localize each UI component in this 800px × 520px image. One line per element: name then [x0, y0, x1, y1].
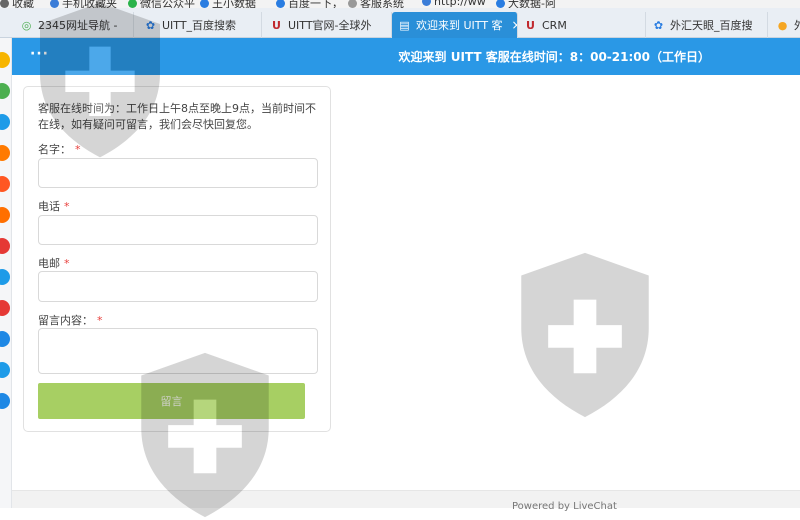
tab-label: UITT官网-全球外	[288, 19, 372, 32]
bookmarks-bar: 收藏 手机收藏夹 微信公众平 王小数据 百度一下， 客服系统 http://ww 大数据-阿	[0, 0, 800, 8]
sogou-icon: ●	[777, 18, 788, 32]
bookmark-label: 王小数据	[212, 0, 256, 8]
sidebar-app-icon[interactable]	[0, 52, 10, 68]
bookmark-item[interactable]: 大数据-阿	[496, 0, 556, 8]
globe-icon: ◎	[21, 18, 32, 32]
message-textarea[interactable]	[38, 328, 318, 374]
powered-by-text: Powered by LiveChat	[512, 501, 617, 512]
baidu-paw-icon: ✿	[653, 18, 664, 32]
offline-notice: 客服在线时间为：工作日上午8点至晚上9点，当前时间不在线，如有疑问可留言，我们会…	[38, 102, 316, 131]
bookmark-icon	[422, 0, 431, 6]
sidebar-app-icon[interactable]	[0, 331, 10, 347]
required-mark: *	[75, 143, 81, 156]
bookmark-item[interactable]: 手机收藏夹	[50, 0, 117, 8]
browser-tab[interactable]: ✿ UITT_百度搜索	[138, 12, 262, 38]
bookmark-icon	[0, 0, 9, 8]
tab-label: 外	[794, 17, 800, 33]
browser-tab[interactable]: ◎ 2345网址导航 -	[14, 12, 134, 38]
bookmark-label: 大数据-阿	[508, 0, 556, 8]
required-mark: *	[64, 200, 70, 213]
sidebar-app-icon[interactable]	[0, 176, 10, 192]
bookmark-label: 微信公众平	[140, 0, 195, 8]
bookmark-item[interactable]: 王小数据	[200, 0, 256, 8]
tab-label: CRM	[542, 18, 567, 32]
bookmark-icon	[348, 0, 357, 8]
bookmark-icon	[200, 0, 209, 8]
phone-input[interactable]	[38, 215, 318, 245]
tab-label: 2345网址导航 -	[38, 19, 118, 32]
chat-header: ··· 欢迎来到 UITT 客服在线时间：8：00-21:00（工作日）	[12, 38, 800, 75]
bookmark-item[interactable]: http://ww	[422, 0, 486, 8]
sidebar-app-icon[interactable]	[0, 300, 10, 316]
bookmark-icon	[128, 0, 137, 8]
bookmark-icon	[50, 0, 59, 8]
browser-sidebar	[0, 38, 12, 508]
bookmark-label: http://ww	[434, 0, 486, 8]
baidu-paw-icon: ✿	[145, 18, 156, 32]
name-label: 名字： *	[38, 143, 81, 156]
required-mark: *	[64, 257, 70, 270]
bookmark-item[interactable]: 百度一下，	[276, 0, 343, 8]
sidebar-app-icon[interactable]	[0, 83, 10, 99]
leave-message-form: 客服在线时间为：工作日上午8点至晚上9点，当前时间不在线，如有疑问可留言，我们会…	[23, 86, 331, 432]
sidebar-app-icon[interactable]	[0, 145, 10, 161]
bookmark-icon	[496, 0, 505, 8]
sidebar-app-icon[interactable]	[0, 238, 10, 254]
tab-strip: ◎ 2345网址导航 - ✿ UITT_百度搜索 U UITT官网-全球外 ▤ 欢迎来到 UI…	[0, 8, 800, 38]
menu-dots-icon[interactable]: ···	[30, 46, 49, 62]
email-label: 电邮 *	[38, 257, 70, 270]
uitt-logo-icon: U	[526, 18, 535, 32]
document-icon: ▤	[399, 18, 410, 32]
sidebar-app-icon[interactable]	[0, 393, 10, 409]
chat-header-title: 欢迎来到 UITT 客服在线时间：8：00-21:00（工作日）	[398, 50, 710, 64]
web-page: ··· 欢迎来到 UITT 客服在线时间：8：00-21:00（工作日） 客服在…	[12, 38, 800, 512]
browser-tab[interactable]: U CRM	[518, 12, 646, 38]
tab-label: UITT_百度搜索	[162, 19, 237, 32]
uitt-logo-icon: U	[272, 18, 281, 32]
sidebar-app-icon[interactable]	[0, 114, 10, 130]
browser-tab[interactable]: U UITT官网-全球外	[264, 12, 392, 38]
footer: Powered by LiveChat	[12, 490, 800, 512]
sidebar-app-icon[interactable]	[0, 362, 10, 378]
tab-label: 欢迎来到 UITT 客	[416, 19, 503, 32]
sidebar-app-icon[interactable]	[0, 207, 10, 223]
bookmark-label: 收藏	[12, 0, 34, 8]
email-input[interactable]	[38, 271, 318, 302]
browser-tab[interactable]: ▤欢迎来到 UITT 客×	[392, 12, 518, 38]
browser-tab[interactable]: ●外	[770, 12, 800, 38]
submit-message-button[interactable]: 留言	[38, 383, 305, 419]
bookmark-label: 百度一下，	[288, 0, 343, 8]
sidebar-app-icon[interactable]	[0, 269, 10, 285]
browser-tab[interactable]: ✿ 外汇天眼_百度搜	[646, 12, 768, 38]
message-label: 留言内容： *	[38, 314, 103, 327]
name-input[interactable]	[38, 158, 318, 188]
tab-label: 外汇天眼_百度搜	[670, 19, 753, 32]
required-mark: *	[97, 314, 103, 327]
bookmark-item[interactable]: 客服系统	[348, 0, 404, 8]
bookmark-item[interactable]: 收藏	[0, 0, 34, 8]
bookmark-label: 客服系统	[360, 0, 404, 8]
bookmark-item[interactable]: 微信公众平	[128, 0, 195, 8]
bookmark-label: 手机收藏夹	[62, 0, 117, 8]
phone-label: 电话 *	[38, 200, 70, 213]
bookmark-icon	[276, 0, 285, 8]
